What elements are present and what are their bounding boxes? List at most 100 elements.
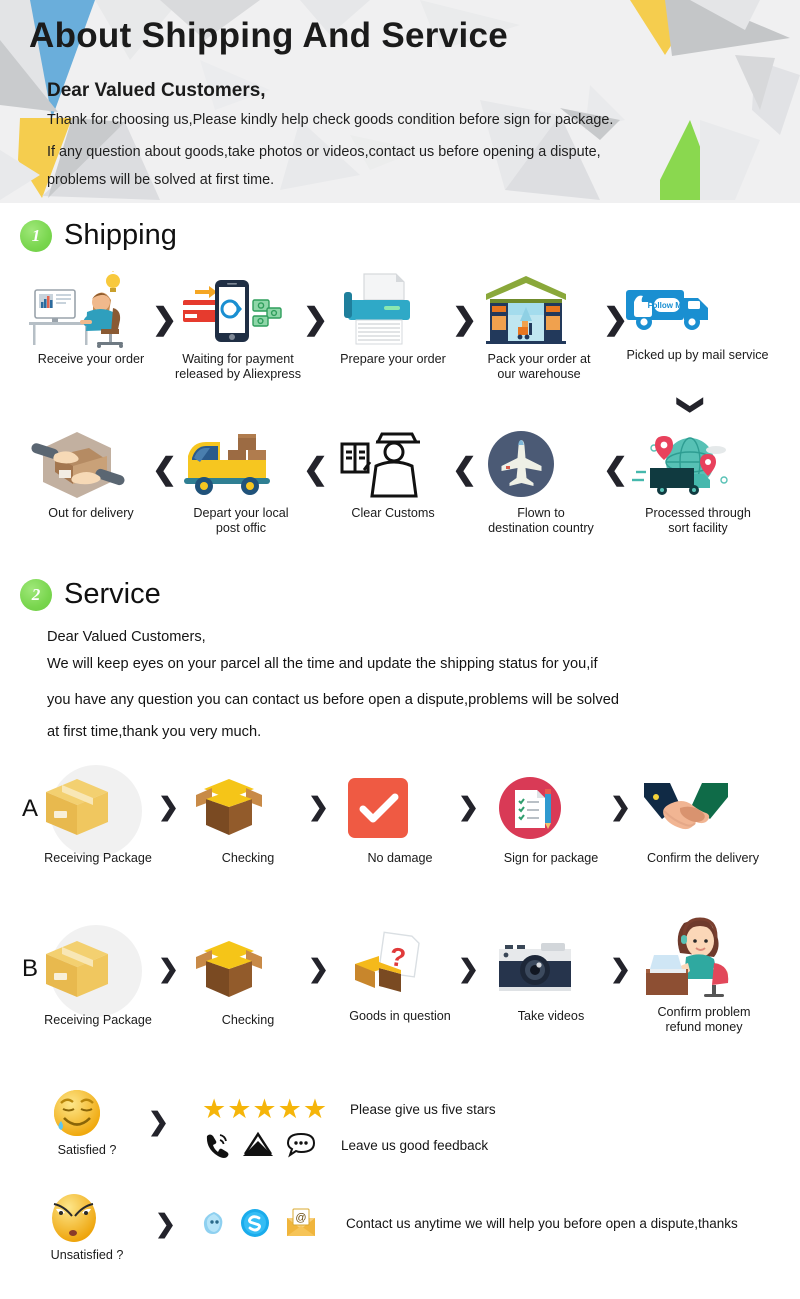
camera-icon xyxy=(495,937,607,999)
envelope-icon[interactable] xyxy=(241,1131,285,1158)
section-heading-service: 2 Service xyxy=(20,578,161,611)
service-b-step-checking: Checking xyxy=(192,937,304,1028)
printer-icon xyxy=(330,272,456,348)
unsatisfied-text: Contact us anytime we will help you befo… xyxy=(346,1215,738,1231)
shipping-step-waiting-payment: Waiting for payment released by Aliexpre… xyxy=(175,272,301,382)
flow-arrow-down: ❯ xyxy=(676,394,707,416)
row-label-b: B xyxy=(22,955,39,982)
shipping-step-receive-order: Receive your order xyxy=(25,271,157,367)
shipping-step-picked-up: Follow Me Picked up by mail service xyxy=(620,272,775,363)
flow-arrow-right: ❯ xyxy=(308,955,329,983)
step-caption: No damage xyxy=(367,851,433,865)
flow-arrow-right: ❯ xyxy=(308,793,329,821)
open-box-icon xyxy=(192,775,304,841)
customs-officer-icon xyxy=(330,428,456,502)
flow-arrow-left: ❮ xyxy=(603,453,629,486)
service-line-3: at first time,thank you very much. xyxy=(47,724,262,740)
delivery-truck-follow-me-icon: Follow Me xyxy=(620,272,775,344)
desk-worker-icon xyxy=(25,271,157,348)
feedback-unsatisfied: Unsatisfied ? xyxy=(45,1190,129,1263)
header-banner: About Shipping And Service Dear Valued C… xyxy=(0,0,800,203)
shipping-step-sort-facility: Processed through sort facility xyxy=(628,428,768,536)
step-caption: Clear Customs xyxy=(351,506,435,520)
phone-ring-icon[interactable] xyxy=(203,1132,241,1158)
sign-document-icon xyxy=(495,775,607,841)
feedback-satisfied: Satisfied ? xyxy=(48,1085,126,1158)
section-heading-shipping: 1 Shipping xyxy=(20,219,177,252)
step-caption: Sign for package xyxy=(503,851,599,865)
red-check-icon xyxy=(345,775,455,841)
section-badge-1: 1 xyxy=(20,219,52,252)
shipping-step-pack-warehouse: Pack your order at our warehouse xyxy=(478,272,600,382)
mobile-payment-icon xyxy=(175,272,301,348)
section-title-shipping: Shipping xyxy=(64,219,177,251)
service-a-step-receiving-package: Receiving Package xyxy=(40,775,156,866)
service-a-step-sign-for-package: Sign for package xyxy=(495,775,607,866)
svg-text:Follow Me: Follow Me xyxy=(648,301,687,310)
flow-arrow-right: ❯ xyxy=(148,1108,169,1136)
flow-arrow-right: ❯ xyxy=(458,955,479,983)
header-line-3: problems will be solved at first time. xyxy=(47,172,275,188)
messenger-icons-row: @ Contact us anytime we will help you be… xyxy=(200,1208,738,1238)
flow-arrow-right: ❯ xyxy=(152,303,178,336)
step-caption: Picked up by mail service xyxy=(626,348,769,362)
step-caption: Receiving Package xyxy=(44,851,152,865)
flow-arrow-right: ❯ xyxy=(458,793,479,821)
globe-truck-icon xyxy=(628,428,768,502)
step-caption: Checking xyxy=(221,1013,275,1027)
warehouse-icon xyxy=(478,272,600,348)
five-stars-text: Please give us five stars xyxy=(350,1102,496,1117)
flow-arrow-right: ❯ xyxy=(303,303,329,336)
flow-arrow-right: ❯ xyxy=(610,955,631,983)
flow-arrow-right: ❯ xyxy=(158,793,179,821)
header-line-2: If any question about goods,take photos … xyxy=(47,144,601,160)
flow-arrow-left: ❮ xyxy=(452,453,478,486)
page-title: About Shipping And Service xyxy=(29,16,509,55)
step-caption: Flown to destination country xyxy=(488,506,594,535)
step-caption: Prepare your order xyxy=(340,352,446,366)
step-caption: Confirm problem refund money xyxy=(657,1005,751,1034)
hands-package-icon xyxy=(25,428,157,502)
header-line-1: Thank for choosing us,Please kindly help… xyxy=(47,112,614,128)
closed-box-icon xyxy=(40,937,156,1003)
service-b-step-receiving-package: Receiving Package xyxy=(40,937,156,1028)
sweating-smile-emoji xyxy=(48,1085,126,1141)
service-a-step-no-damage: No damage xyxy=(345,775,455,866)
flow-arrow-left: ❮ xyxy=(152,453,178,486)
shipping-step-clear-customs: Clear Customs xyxy=(330,428,456,521)
step-caption: Receive your order xyxy=(37,352,145,366)
shipping-step-out-for-delivery: Out for delivery xyxy=(25,428,157,521)
row-label-a: A xyxy=(22,795,39,822)
five-stars: ★★★★★ xyxy=(202,1094,329,1124)
contact-icons-row: Leave us good feedback xyxy=(203,1131,488,1158)
handshake-icon xyxy=(640,775,766,841)
header-salutation: Dear Valued Customers, xyxy=(47,80,266,101)
section-badge-2: 2 xyxy=(20,578,52,611)
skype-icon[interactable] xyxy=(240,1208,284,1238)
flow-arrow-right: ❯ xyxy=(610,793,631,821)
step-caption: Waiting for payment released by Aliexpre… xyxy=(175,352,302,381)
support-agent-icon xyxy=(640,915,768,997)
open-box-icon xyxy=(192,937,304,1003)
shipping-step-prepare-order: Prepare your order xyxy=(330,272,456,367)
step-caption: Processed through sort facility xyxy=(645,506,751,535)
step-caption: Satisfied ? xyxy=(57,1143,117,1157)
step-caption: Confirm the delivery xyxy=(647,851,759,865)
service-b-step-confirm-refund: Confirm problem refund money xyxy=(640,915,768,1035)
step-caption: Checking xyxy=(221,851,275,865)
shipping-step-depart-post-office: Depart your local post offic xyxy=(178,428,304,536)
svg-text:@: @ xyxy=(295,1212,306,1224)
step-caption: Depart your local post offic xyxy=(193,506,289,535)
service-salutation: Dear Valued Customers, xyxy=(47,629,206,645)
yellow-van-icon xyxy=(178,428,304,502)
service-b-step-goods-in-question: ? Goods in question xyxy=(345,930,455,1024)
shipping-step-flown: Flown to destination country xyxy=(480,428,602,536)
chat-bubble-icon[interactable] xyxy=(285,1132,327,1158)
flow-arrow-right: ❯ xyxy=(452,303,478,336)
email-at-icon[interactable]: @ xyxy=(284,1208,332,1238)
question-box-icon: ? xyxy=(345,930,455,1002)
aliexpress-chat-icon[interactable] xyxy=(200,1209,240,1237)
service-line-1: We will keep eyes on your parcel all the… xyxy=(47,656,598,672)
step-caption: Out for delivery xyxy=(48,506,134,520)
service-a-step-confirm-delivery: Confirm the delivery xyxy=(640,775,766,866)
